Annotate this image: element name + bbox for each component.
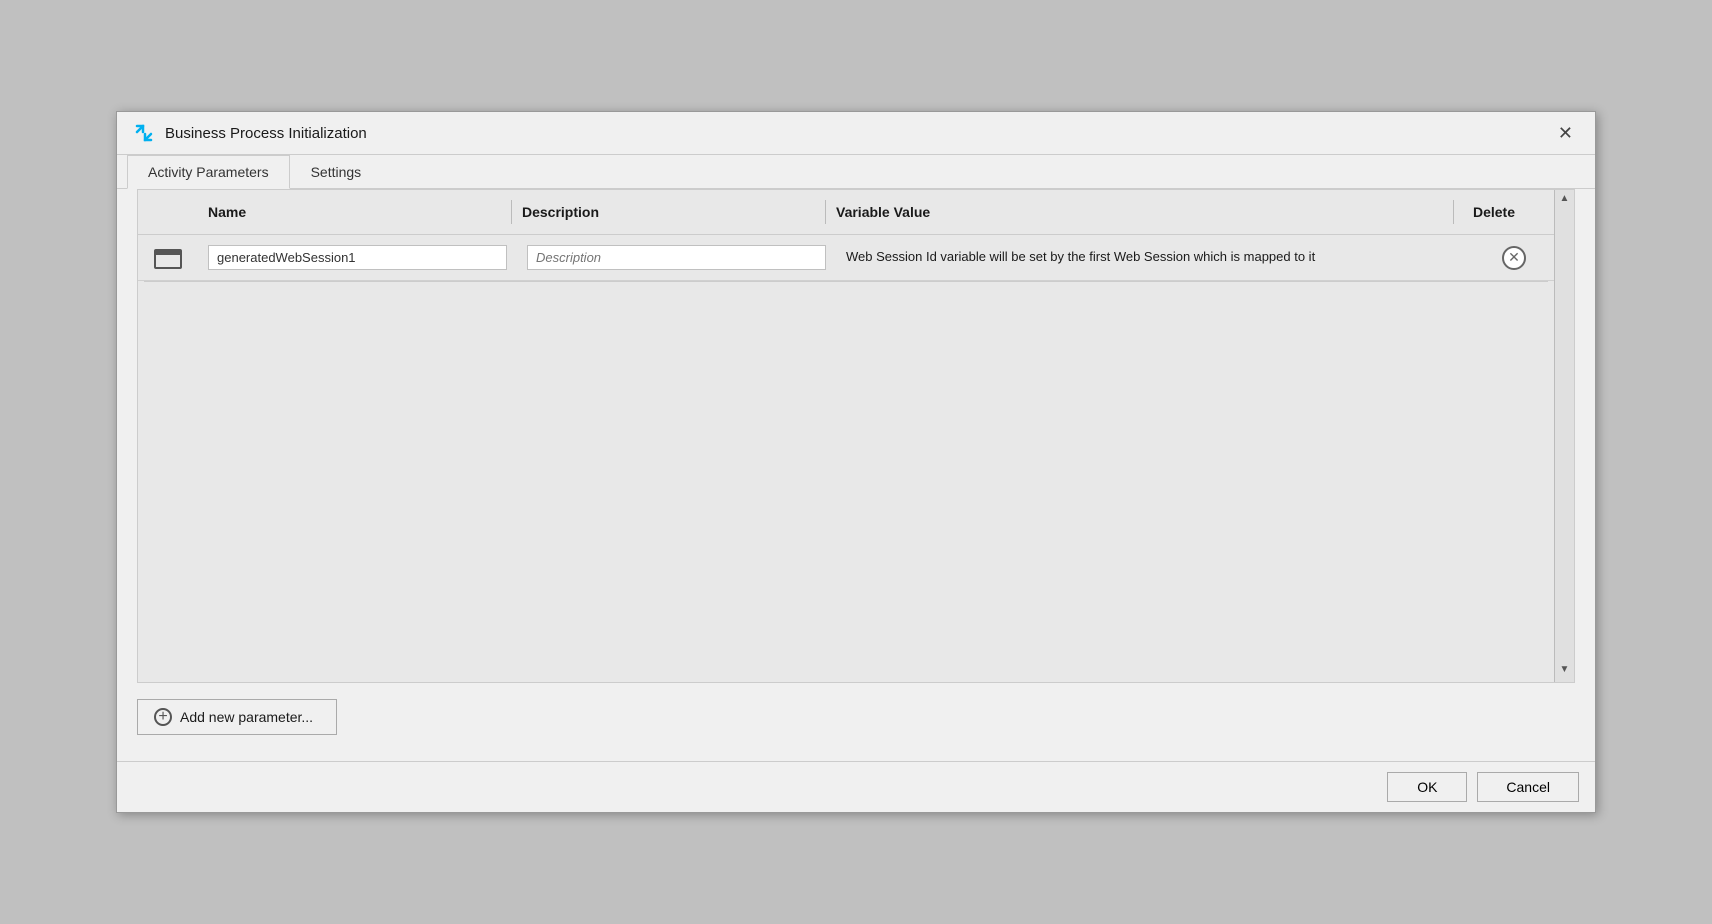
- add-circle-icon: +: [154, 708, 172, 726]
- variable-value-text: Web Session Id variable will be set by t…: [846, 249, 1315, 264]
- col-header-variable-value: Variable Value: [826, 200, 1454, 224]
- delete-cell: ✕: [1474, 242, 1554, 274]
- ok-button[interactable]: OK: [1387, 772, 1467, 802]
- empty-space: [138, 282, 1554, 682]
- delete-button[interactable]: ✕: [1502, 246, 1526, 270]
- col-header-description: Description: [512, 200, 826, 224]
- dialog-title: Business Process Initialization: [165, 125, 367, 142]
- scroll-up-arrow[interactable]: ▲: [1560, 190, 1570, 207]
- add-param-area: + Add new parameter...: [127, 683, 1585, 751]
- tabs: Activity Parameters Settings: [117, 155, 1595, 189]
- name-input[interactable]: [208, 245, 507, 270]
- close-button[interactable]: ✕: [1552, 122, 1579, 144]
- description-cell: [517, 241, 836, 274]
- footer: OK Cancel: [117, 761, 1595, 812]
- scroll-down-arrow[interactable]: ▼: [1560, 661, 1570, 678]
- dialog: Business Process Initialization ✕ Activi…: [116, 111, 1596, 813]
- add-new-parameter-button[interactable]: + Add new parameter...: [137, 699, 337, 735]
- row-icon: [138, 242, 198, 274]
- tab-settings[interactable]: Settings: [290, 155, 383, 189]
- add-param-label: Add new parameter...: [180, 709, 313, 725]
- col-header-delete: Delete: [1454, 200, 1534, 224]
- description-input[interactable]: [527, 245, 826, 270]
- col-header-icon: [138, 200, 198, 224]
- title-bar: Business Process Initialization ✕: [117, 112, 1595, 155]
- content-area: Name Description Variable Value Delete ▲: [137, 189, 1575, 683]
- scrollbar: ▼: [1554, 235, 1574, 682]
- browser-window-icon: [153, 246, 183, 270]
- name-cell: [198, 241, 517, 274]
- variable-value-cell: Web Session Id variable will be set by t…: [836, 244, 1474, 270]
- table-header: Name Description Variable Value Delete: [138, 190, 1554, 235]
- tab-activity-parameters[interactable]: Activity Parameters: [127, 155, 290, 189]
- app-icon: [133, 122, 155, 144]
- col-header-name: Name: [198, 200, 512, 224]
- cancel-button[interactable]: Cancel: [1477, 772, 1579, 802]
- title-bar-left: Business Process Initialization: [133, 122, 367, 144]
- table-row: Web Session Id variable will be set by t…: [138, 235, 1554, 281]
